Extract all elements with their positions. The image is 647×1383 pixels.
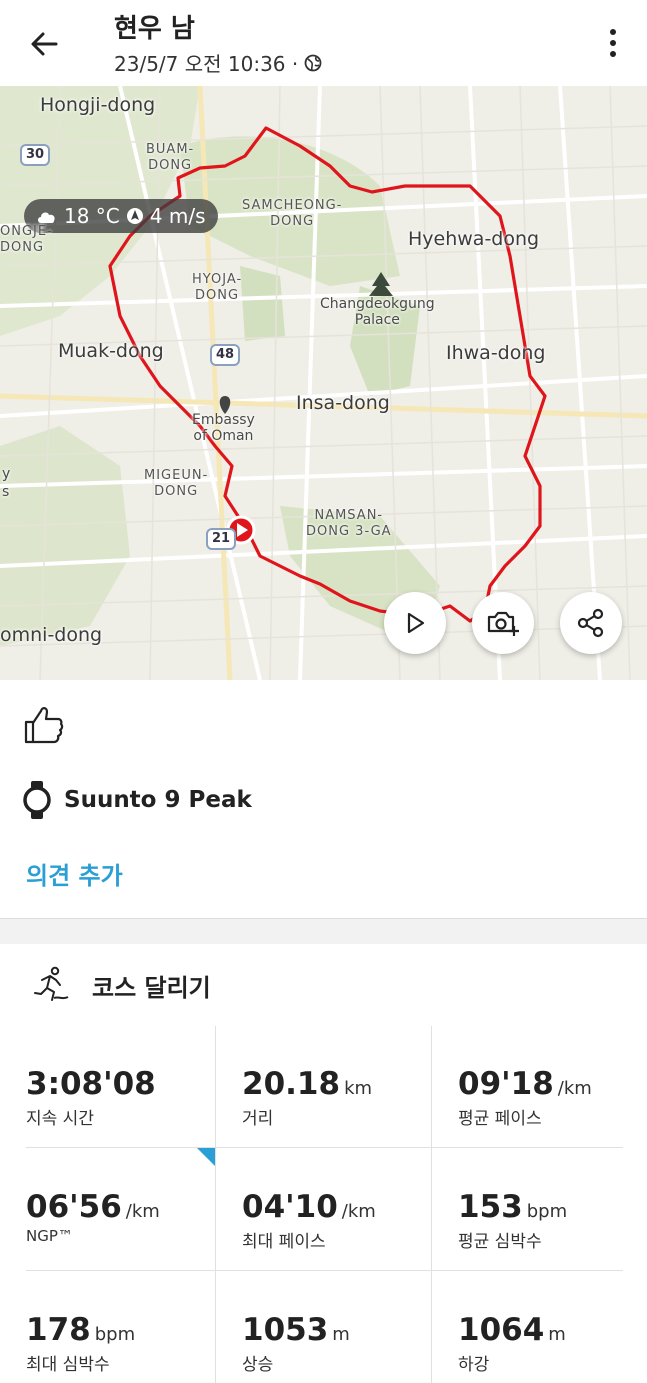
- workout-datetime: 23/5/7 오전 10:36 ·: [114, 48, 322, 77]
- map-label-samcheong: SAMCHEONG- DONG: [242, 198, 343, 229]
- stat-max-pace[interactable]: 04'10/km 최대 페이스: [216, 1149, 432, 1271]
- stat-label: 거리: [242, 1109, 274, 1129]
- watch-icon: [23, 781, 51, 819]
- stat-label: 최대 심박수: [26, 1355, 110, 1375]
- map-label-changdeokgung: Changdeokgung Palace: [320, 296, 435, 328]
- weather-chip: 18 °C 4 m/s: [24, 199, 218, 233]
- stat-distance[interactable]: 20.18 km 거리: [216, 1026, 432, 1148]
- share-icon: [577, 608, 604, 638]
- map-label-hyehwa: Hyehwa-dong: [408, 228, 540, 250]
- stat-label: 평균 페이스: [458, 1109, 542, 1129]
- route-map[interactable]: 18 °C 4 m/s Hongji-dong BUAM- DONG SAMCH…: [0, 86, 647, 680]
- stat-label: 평균 심박수: [458, 1232, 542, 1252]
- stat-value: 153 bpm: [458, 1189, 568, 1225]
- map-label-buam: BUAM- DONG: [146, 142, 195, 173]
- wind-speed-value: 4 m/s: [149, 204, 206, 228]
- map-park-area: [240, 266, 285, 341]
- arrow-left-icon: [31, 32, 58, 56]
- stat-value: 1053 m: [242, 1312, 350, 1348]
- cloudy-icon: [38, 212, 55, 223]
- back-button[interactable]: [24, 24, 64, 64]
- stat-value: 178 bpm: [26, 1312, 136, 1348]
- stat-label: NGP™: [26, 1227, 73, 1245]
- stat-avg-pace[interactable]: 09'18/km 평균 페이스: [432, 1026, 647, 1148]
- stat-ngp[interactable]: 06'56/km NGP™: [0, 1149, 216, 1271]
- map-label-namsan: NAMSAN- DONG 3-GA: [306, 508, 392, 539]
- more-vertical-icon: [610, 29, 616, 57]
- map-label-muak: Muak-dong: [58, 340, 164, 362]
- map-label-omni: omni-dong: [0, 624, 103, 646]
- like-button[interactable]: [22, 702, 66, 746]
- road-shield-48: 48: [210, 344, 241, 366]
- globe-icon: [304, 54, 322, 71]
- stat-value: 3:08'08: [26, 1066, 156, 1102]
- stat-descent[interactable]: 1064 m 하강: [432, 1272, 647, 1383]
- stat-value: 20.18 km: [242, 1066, 373, 1102]
- app-header: 현우 남 23/5/7 오전 10:36 ·: [0, 0, 647, 86]
- map-label-edge-y: y: [2, 466, 11, 482]
- stat-value: 06'56/km: [26, 1189, 160, 1225]
- device-name: Suunto 9 Peak: [64, 787, 252, 813]
- map-label-insa: Insa-dong: [296, 392, 390, 414]
- thumbs-up-icon: [24, 707, 64, 744]
- activity-name: 코스 달리기: [92, 973, 211, 1002]
- stat-label: 지속 시간: [26, 1109, 94, 1129]
- map-label-embassy: Embassy of Oman: [192, 412, 255, 444]
- stat-label: 하강: [458, 1355, 490, 1375]
- map-label-migeun: MIGEUN- DONG: [144, 468, 209, 499]
- stat-avg-heart-rate[interactable]: 153 bpm 평균 심박수: [432, 1149, 647, 1271]
- stat-label: 최대 페이스: [242, 1232, 326, 1252]
- camera-add-icon: [487, 611, 519, 636]
- road-shield-21: 21: [206, 528, 237, 550]
- add-photo-button[interactable]: [472, 592, 534, 654]
- road-shield-30: 30: [20, 144, 51, 166]
- wind-direction-icon: [126, 208, 143, 224]
- device-info: Suunto 9 Peak: [22, 780, 252, 820]
- map-label-hyoja: HYOJA- DONG: [192, 272, 243, 303]
- stat-ascent[interactable]: 1053 m 상승: [216, 1272, 432, 1383]
- stat-duration[interactable]: 3:08'08 지속 시간: [0, 1026, 216, 1148]
- stat-max-heart-rate[interactable]: 178 bpm 최대 심박수: [0, 1272, 216, 1383]
- map-base: [0, 86, 647, 680]
- map-label-edge-s: s: [2, 484, 10, 500]
- map-park-area: [0, 426, 130, 646]
- map-label-ihwa: Ihwa-dong: [446, 342, 546, 364]
- stat-value: 09'18/km: [458, 1066, 592, 1102]
- add-comment-link[interactable]: 의견 추가: [26, 856, 123, 891]
- temperature-value: 18 °C: [64, 204, 120, 228]
- map-label-hongji: Hongji-dong: [40, 94, 156, 116]
- replay-button[interactable]: [384, 592, 446, 654]
- workout-date-label: 23/5/7 오전 10:36 ·: [114, 52, 299, 76]
- activity-type: 코스 달리기: [32, 966, 211, 1004]
- share-button[interactable]: [560, 592, 622, 654]
- stat-value: 04'10/km: [242, 1189, 376, 1225]
- workout-owner-name: 현우 남: [114, 14, 195, 44]
- map-label-ongje: ONGJE- DONG: [0, 224, 53, 255]
- stat-value: 1064 m: [458, 1312, 566, 1348]
- stat-label: 상승: [242, 1355, 274, 1375]
- play-icon: [407, 612, 425, 634]
- section-divider: [0, 918, 647, 944]
- more-options-button[interactable]: [598, 26, 628, 60]
- trail-running-icon: [34, 966, 69, 1001]
